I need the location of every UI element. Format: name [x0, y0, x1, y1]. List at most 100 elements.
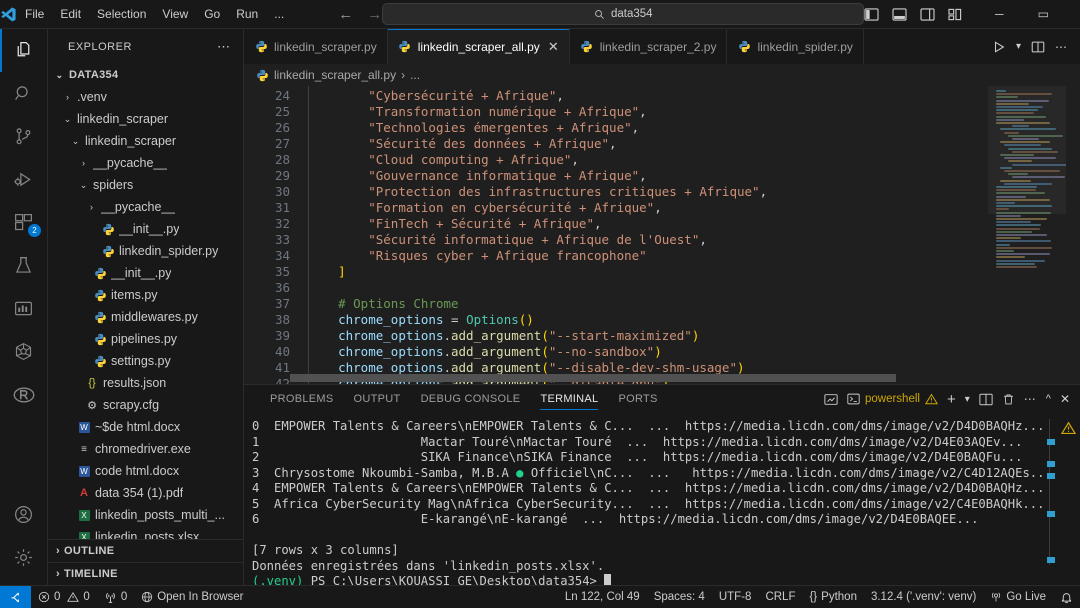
- go-back-icon[interactable]: ←: [338, 7, 353, 22]
- ellipsis-icon[interactable]: ⋯: [1024, 392, 1037, 406]
- tree-item-pycache[interactable]: › __pycache__: [48, 196, 243, 218]
- sidebar-section-outline[interactable]: › OUTLINE: [48, 539, 243, 562]
- tree-item-linkedin-scraper[interactable]: ⌄ linkedin_scraper: [48, 108, 243, 130]
- code-line[interactable]: 33 "Sécurité informatique + Afrique de l…: [244, 232, 988, 248]
- sidebar-section-timeline[interactable]: › TIMELINE: [48, 562, 243, 585]
- tree-root-data354[interactable]: ⌄ DATA354: [48, 64, 243, 86]
- activity-kubernetes[interactable]: [0, 330, 47, 373]
- code-line[interactable]: 24 "Cybersécurité + Afrique",: [244, 88, 988, 104]
- plus-icon[interactable]: +: [947, 392, 956, 407]
- sidebar-more-actions-icon[interactable]: ⋯: [217, 39, 235, 55]
- menu-file[interactable]: File: [17, 3, 52, 25]
- tree-item-init-py[interactable]: __init__.py: [48, 262, 243, 284]
- code-line[interactable]: 30 "Protection des infrastructures criti…: [244, 184, 988, 200]
- tree-item-linkedin-spider-py[interactable]: linkedin_spider.py: [48, 240, 243, 262]
- code-line[interactable]: 40 chrome_options.add_argument("--no-san…: [244, 344, 988, 360]
- chevron-down-icon[interactable]: ▾: [1016, 41, 1021, 52]
- tree-item-linkedin-posts-xlsx[interactable]: Xlinkedin_posts.xlsx: [48, 526, 243, 539]
- tree-item-chromedriver-exe[interactable]: ≡ chromedriver.exe: [48, 438, 243, 460]
- panel-tab-ports[interactable]: PORTS: [608, 385, 667, 413]
- close-icon[interactable]: ✕: [548, 39, 559, 55]
- status-go-live[interactable]: Go Live: [983, 586, 1053, 608]
- close-icon[interactable]: ✕: [1060, 392, 1070, 406]
- menu-more[interactable]: ...: [266, 3, 292, 25]
- breadcrumb-file[interactable]: linkedin_scraper_all.py: [274, 68, 396, 82]
- tree-item-pycache[interactable]: › __pycache__: [48, 152, 243, 174]
- split-editor-icon[interactable]: [1031, 40, 1045, 54]
- status-encoding[interactable]: UTF-8: [712, 586, 759, 608]
- tree-item-settings-py[interactable]: settings.py: [48, 350, 243, 372]
- tree-item-data-354-1-pdf[interactable]: Adata 354 (1).pdf: [48, 482, 243, 504]
- activity-accounts[interactable]: [0, 493, 47, 536]
- panel-tab-problems[interactable]: PROBLEMS: [260, 385, 344, 413]
- code-line[interactable]: 25 "Transformation numérique + Afrique",: [244, 104, 988, 120]
- tree-item-code-html-docx[interactable]: Wcode html.docx: [48, 460, 243, 482]
- trash-icon[interactable]: [1002, 393, 1015, 406]
- play-icon[interactable]: [992, 40, 1006, 54]
- activity-extensions[interactable]: 2: [0, 201, 47, 244]
- editor-tab-linkedin_scraper-py[interactable]: linkedin_scraper.py: [244, 29, 388, 64]
- code-line[interactable]: 37 # Options Chrome: [244, 296, 988, 312]
- tree-item-spiders[interactable]: ⌄ spiders: [48, 174, 243, 196]
- status-python-interpreter[interactable]: 3.12.4 ('.venv': venv): [864, 586, 983, 608]
- code-line[interactable]: 39 chrome_options.add_argument("--start-…: [244, 328, 988, 344]
- status-eol[interactable]: CRLF: [758, 586, 802, 608]
- tree-item-linkedin-scraper[interactable]: ⌄ linkedin_scraper: [48, 130, 243, 152]
- editor-vertical-scrollbar[interactable]: [1066, 86, 1080, 384]
- chevron-down-icon[interactable]: ▾: [965, 394, 970, 405]
- tree-item-venv[interactable]: › .venv: [48, 86, 243, 108]
- code-line[interactable]: 28 "Cloud computing + Afrique",: [244, 152, 988, 168]
- terminal[interactable]: 0 EMPOWER Talents & Careers\nEMPOWER Tal…: [244, 413, 1080, 585]
- minimize-button[interactable]: ─: [977, 0, 1021, 28]
- toggle-panel-icon[interactable]: [892, 7, 907, 21]
- menu-go[interactable]: Go: [196, 3, 228, 25]
- activity-explorer[interactable]: [0, 29, 47, 72]
- tree-item-middlewares-py[interactable]: middlewares.py: [48, 306, 243, 328]
- tree-item-de-html-docx[interactable]: W ~$de html.docx: [48, 416, 243, 438]
- status-cursor-position[interactable]: Ln 122, Col 49: [558, 586, 647, 608]
- split-icon[interactable]: [979, 393, 993, 406]
- file-tree[interactable]: ⌄ DATA354 › .venv ⌄ linkedin_scraper ⌄ linked…: [48, 64, 243, 539]
- menu-edit[interactable]: Edit: [52, 3, 89, 25]
- editor-tabs[interactable]: linkedin_scraper.py linkedin_scraper_all.…: [244, 29, 980, 64]
- status-language-mode[interactable]: {} Python: [802, 586, 864, 608]
- remote-window-button[interactable]: [0, 586, 31, 608]
- ellipsis-icon[interactable]: ⋯: [1055, 40, 1068, 54]
- restore-button[interactable]: ▭: [1021, 0, 1065, 28]
- code-line[interactable]: 27 "Sécurité des données + Afrique",: [244, 136, 988, 152]
- tree-item-scrapy-cfg[interactable]: ⚙ scrapy.cfg: [48, 394, 243, 416]
- editor-tab-linkedin_scraper_all-py[interactable]: linkedin_scraper_all.py ✕: [387, 29, 570, 64]
- activity-search[interactable]: [0, 72, 47, 115]
- toggle-primary-sidebar-icon[interactable]: [864, 7, 879, 21]
- activity-source-control[interactable]: [0, 115, 47, 158]
- menu-view[interactable]: View: [154, 3, 196, 25]
- code-line[interactable]: 38 chrome_options = Options(): [244, 312, 988, 328]
- terminal-overview-ruler[interactable]: [1044, 417, 1058, 579]
- command-center[interactable]: data354: [382, 3, 865, 25]
- code-line[interactable]: 26 "Technologies émergentes + Afrique",: [244, 120, 988, 136]
- close-button[interactable]: ✕: [1065, 0, 1080, 28]
- editor-horizontal-scrollbar[interactable]: [290, 374, 896, 382]
- activity-r-extension[interactable]: [0, 373, 47, 416]
- activity-run-and-debug[interactable]: [0, 158, 47, 201]
- status-indentation[interactable]: Spaces: 4: [647, 586, 712, 608]
- editor-tab-linkedin_scraper_2-py[interactable]: linkedin_scraper_2.py: [569, 29, 728, 64]
- activity-data-wrangler[interactable]: [0, 287, 47, 330]
- code-line[interactable]: 36: [244, 280, 988, 296]
- open-data-wrangler-icon[interactable]: [824, 393, 838, 406]
- menu-run[interactable]: Run: [228, 3, 266, 25]
- tree-item-pipelines-py[interactable]: pipelines.py: [48, 328, 243, 350]
- menu-selection[interactable]: Selection: [89, 3, 154, 25]
- panel-tab-debug-console[interactable]: DEBUG CONSOLE: [411, 385, 531, 413]
- editor-tab-linkedin_spider-py[interactable]: linkedin_spider.py: [727, 29, 864, 64]
- tree-item-linkedin-posts-multi[interactable]: Xlinkedin_posts_multi_...: [48, 504, 243, 526]
- code-line[interactable]: 31 "Formation en cybersécurité + Afrique…: [244, 200, 988, 216]
- code-line[interactable]: 35 ]: [244, 264, 988, 280]
- code-line[interactable]: 34 "Risques cyber + Afrique francophone": [244, 248, 988, 264]
- tree-item-results-json[interactable]: {} results.json: [48, 372, 243, 394]
- customize-layout-icon[interactable]: [948, 8, 963, 21]
- panel-tab-terminal[interactable]: TERMINAL: [530, 385, 608, 413]
- tree-item-items-py[interactable]: items.py: [48, 284, 243, 306]
- minimap[interactable]: [988, 86, 1066, 384]
- panel-tabs[interactable]: PROBLEMS OUTPUT DEBUG CONSOLE TERMINAL PORTS: [244, 385, 668, 413]
